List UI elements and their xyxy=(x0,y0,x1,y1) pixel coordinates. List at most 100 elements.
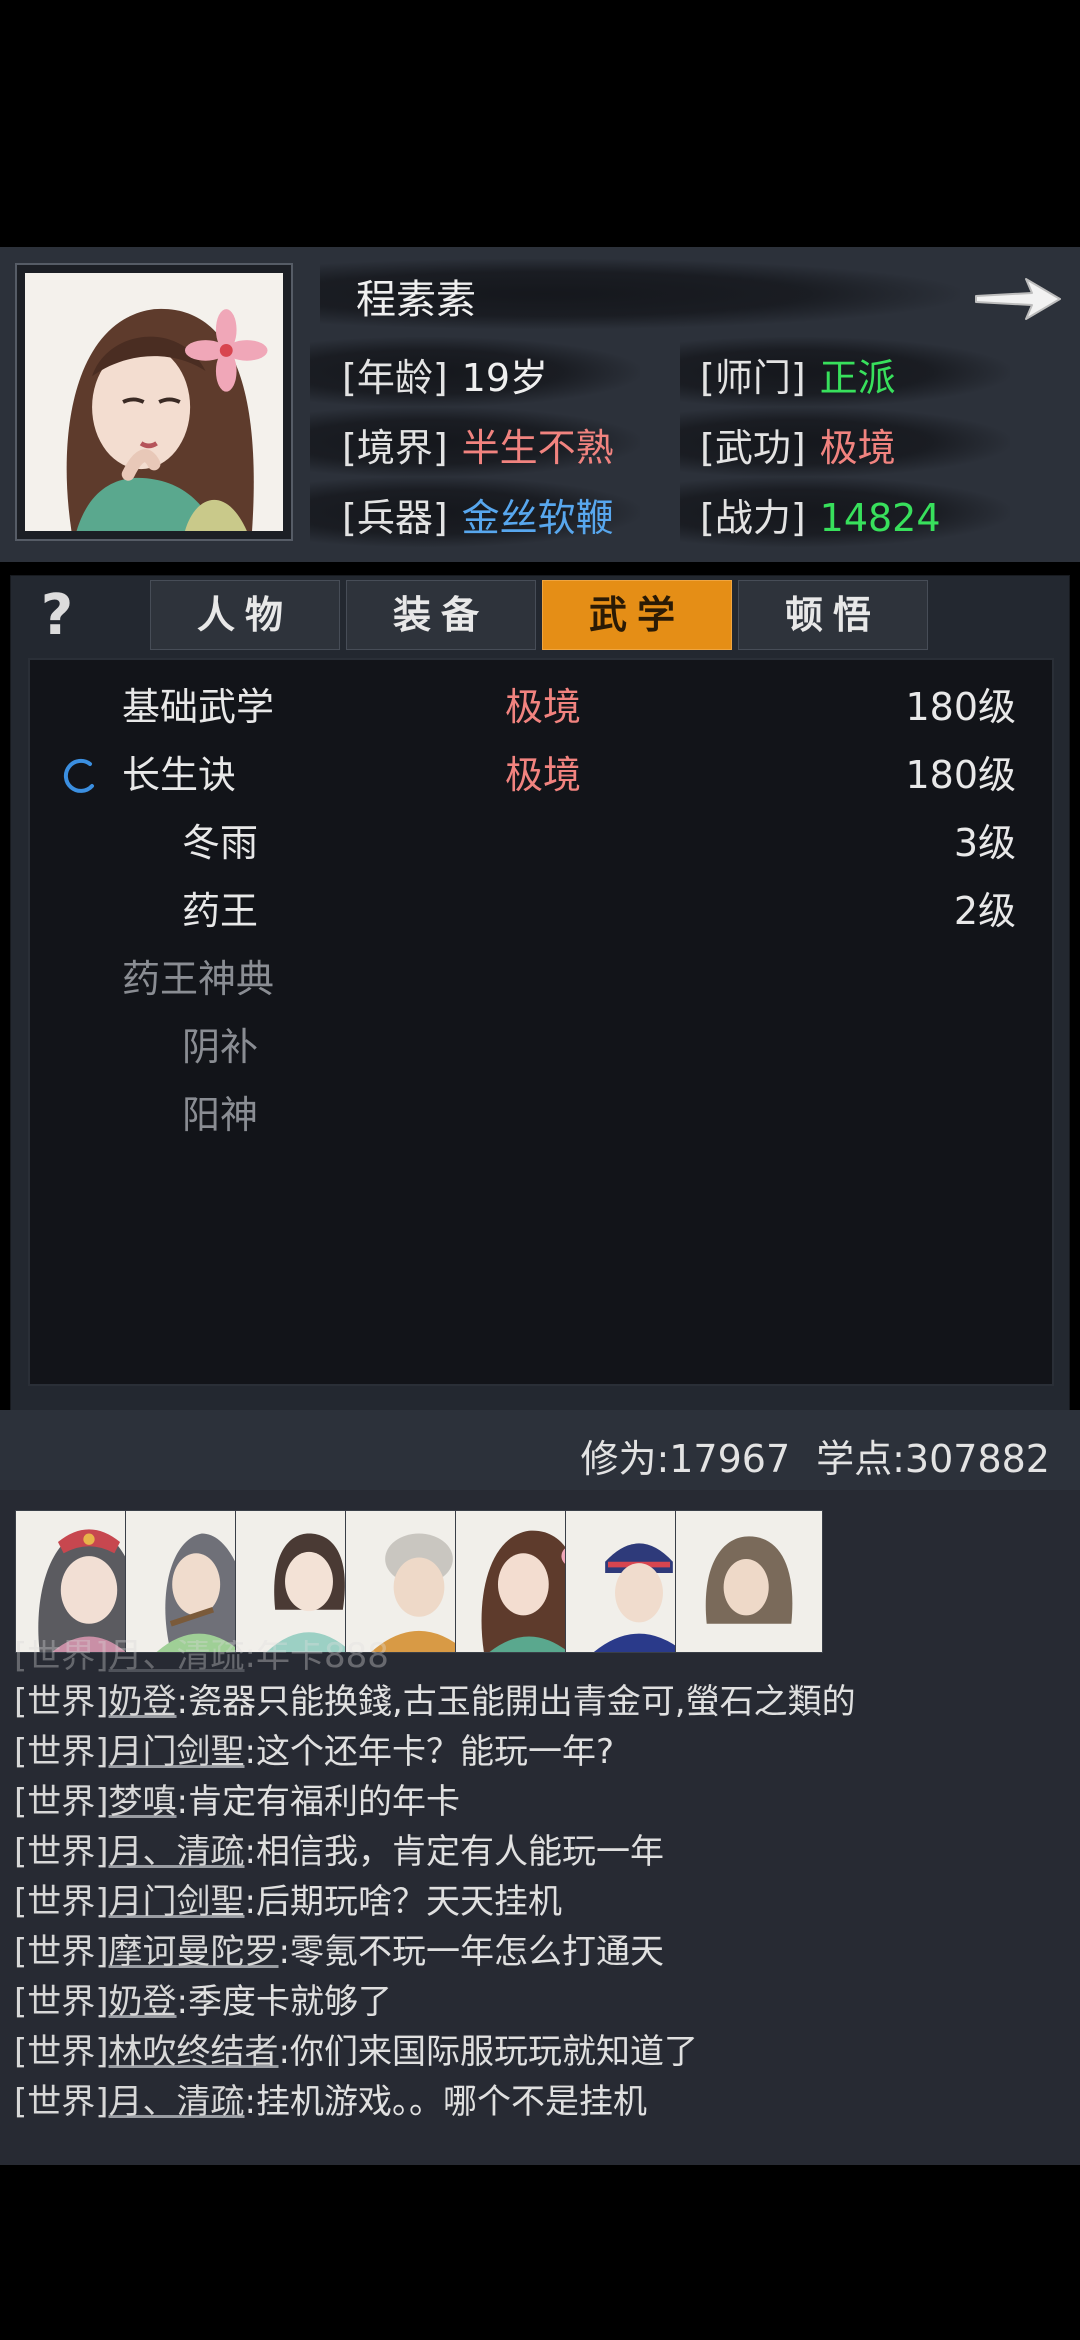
attr-label: [武功] xyxy=(700,426,806,470)
game-screen: 程素素 [年龄] 19岁 [师门] 正派 [境界] 半生不熟 [武功] 极境 [兵器] 金… xyxy=(0,0,1080,2340)
chat-message[interactable]: [世界]梦嗔:肯定有福利的年卡 xyxy=(14,1774,460,1822)
tab-enlightenment[interactable]: 顿悟 xyxy=(738,580,928,650)
attr-label: [年龄] xyxy=(342,356,448,400)
chat-channel: [世界] xyxy=(14,2082,109,2120)
chat-text: :挂机游戏。。哪个不是挂机 xyxy=(244,2082,647,2120)
attr-label: [战力] xyxy=(700,496,806,540)
chat-text: :零氪不玩一年怎么打通天 xyxy=(278,1932,664,1972)
portrait-image xyxy=(25,273,283,531)
chat-message[interactable]: [世界]月、清疏:年卡888 xyxy=(14,1640,389,1676)
skill-level: 180级 xyxy=(905,685,1016,729)
skill-row[interactable]: 阳神 xyxy=(30,1084,1056,1144)
chat-message[interactable]: [世界]月门剑聖:这个还年卡？能玩一年? xyxy=(14,1724,614,1772)
skill-name: 阴补 xyxy=(182,1025,259,1069)
chat-username[interactable]: 奶登 xyxy=(109,1682,177,1722)
chat-channel: [世界] xyxy=(14,1982,109,2022)
skill-name: 冬雨 xyxy=(182,821,259,865)
chat-message[interactable]: [世界]月、清疏:相信我，肯定有人能玩一年 xyxy=(14,1824,664,1872)
chat-text: :相信我，肯定有人能玩一年 xyxy=(244,1832,664,1872)
attr-sect: [师门] 正派 xyxy=(700,347,896,402)
chat-messages: [世界]月、清疏:年卡888 [世界]奶登:瓷器只能换錢,古玉能開出青金可,螢石… xyxy=(14,1640,1074,2120)
character-portrait[interactable] xyxy=(15,263,293,541)
skill-name: 基础武学 xyxy=(122,685,275,729)
attr-label: [境界] xyxy=(342,426,448,470)
attr-power: [战力] 14824 xyxy=(700,487,941,542)
attr-value: 正派 xyxy=(819,356,896,400)
chat-channel: [世界] xyxy=(14,1682,109,1722)
attr-age: [年龄] 19岁 xyxy=(342,347,548,402)
skill-realm: 极境 xyxy=(505,753,582,797)
chat-channel: [世界] xyxy=(14,1882,109,1922)
tab-equipment[interactable]: 装备 xyxy=(346,580,536,650)
chat-text: :肯定有福利的年卡 xyxy=(176,1782,460,1822)
next-character-button[interactable] xyxy=(970,269,1066,329)
arrow-right-icon xyxy=(975,278,1061,320)
skill-row[interactable]: 药王神典 xyxy=(30,948,1056,1008)
skill-row[interactable]: 基础武学 极境 180级 xyxy=(30,676,1056,736)
npc-avatar-7[interactable] xyxy=(675,1510,823,1653)
chat-message[interactable]: [世界]月门剑聖:后期玩啥？天天挂机 xyxy=(14,1874,562,1922)
skill-row[interactable]: 冬雨 3级 xyxy=(30,812,1056,872)
loading-spinner-icon xyxy=(63,758,94,793)
chat-username[interactable]: 梦嗔 xyxy=(109,1782,177,1822)
chat-message[interactable]: [世界]奶登:瓷器只能换錢,古玉能開出青金可,螢石之類的 xyxy=(14,1674,856,1722)
chat-channel: [世界] xyxy=(14,1732,109,1772)
chat-channel: [世界] xyxy=(14,1640,109,1676)
attr-value: 半生不熟 xyxy=(461,426,614,470)
skill-realm: 极境 xyxy=(505,685,582,729)
chat-channel: [世界] xyxy=(14,1832,109,1872)
chat-text: :瓷器只能换錢,古玉能開出青金可,螢石之類的 xyxy=(176,1682,856,1722)
character-header: 程素素 [年龄] 19岁 [师门] 正派 [境界] 半生不熟 [武功] 极境 [兵器] 金… xyxy=(0,247,1080,562)
chat-username[interactable]: 奶登 xyxy=(109,1982,177,2022)
attr-realm: [境界] 半生不熟 xyxy=(342,417,614,472)
attr-value: 19岁 xyxy=(461,356,549,400)
chat-text: :这个还年卡？能玩一年? xyxy=(244,1732,615,1772)
skill-row[interactable]: 长生诀 极境 180级 xyxy=(30,744,1056,804)
tab-martial-arts[interactable]: 武学 xyxy=(542,580,732,650)
attr-value: 金丝软鞭 xyxy=(461,496,614,540)
chat-username[interactable]: 月门剑聖 xyxy=(109,1732,245,1772)
skill-name: 药王 xyxy=(182,889,259,933)
skill-name: 药王神典 xyxy=(122,957,275,1001)
chat-username[interactable]: 月、清疏 xyxy=(109,2082,245,2120)
character-name: 程素素 xyxy=(356,277,476,323)
stats-bar: 修为:17967 学点:307882 xyxy=(0,1410,1080,1490)
chat-text: :后期玩啥？天天挂机 xyxy=(244,1882,562,1922)
chat-username[interactable]: 月、清疏 xyxy=(109,1640,245,1676)
attr-label: [师门] xyxy=(700,356,806,400)
skill-level: 2级 xyxy=(953,889,1016,933)
chat-channel: [世界] xyxy=(14,2032,109,2072)
skill-name: 阳神 xyxy=(182,1093,259,1137)
skill-list: 基础武学 极境 180级 长生诀 极境 180级 冬雨 3级 药王 2级 药王神… xyxy=(28,658,1054,1386)
chat-message[interactable]: [世界]奶登:季度卡就够了 xyxy=(14,1974,392,2022)
chat-text: :季度卡就够了 xyxy=(176,1982,392,2022)
chat-text: :你们来国际服玩玩就知道了 xyxy=(278,2032,698,2072)
attr-weapon: [兵器] 金丝软鞭 xyxy=(342,487,614,542)
chat-message[interactable]: [世界]林吹终结者:你们来国际服玩玩就知道了 xyxy=(14,2024,698,2072)
chat-channel: [世界] xyxy=(14,1782,109,1822)
help-button[interactable]: ? xyxy=(30,586,84,646)
chat-username[interactable]: 林吹终结者 xyxy=(109,2032,279,2072)
avatar-image xyxy=(678,1511,820,1652)
chat-channel: [世界] xyxy=(14,1932,109,1972)
cultivation-value: 修为:17967 xyxy=(580,1437,791,1481)
avatar-strip xyxy=(15,1510,1080,1655)
attr-label: [兵器] xyxy=(342,496,448,540)
chat-message[interactable]: [世界]摩诃曼陀罗:零氪不玩一年怎么打通天 xyxy=(14,1924,664,1972)
chat-username[interactable]: 摩诃曼陀罗 xyxy=(109,1932,279,1972)
bottom-bar xyxy=(0,2165,1080,2340)
attr-value: 极境 xyxy=(819,426,896,470)
chat-message[interactable]: [世界]月、清疏:挂机游戏。。哪个不是挂机 xyxy=(14,2074,647,2120)
skill-row[interactable]: 药王 2级 xyxy=(30,880,1056,940)
learning-points-value: 学点:307882 xyxy=(816,1437,1050,1481)
chat-username[interactable]: 月、清疏 xyxy=(109,1832,245,1872)
skill-level: 3级 xyxy=(953,821,1016,865)
skill-row[interactable]: 阴补 xyxy=(30,1016,1056,1076)
chat-text: :年卡888 xyxy=(244,1640,389,1676)
attr-martial: [武功] 极境 xyxy=(700,417,896,472)
stats-text: 修为:17967 学点:307882 xyxy=(580,1428,1050,1483)
chat-username[interactable]: 月门剑聖 xyxy=(109,1882,245,1922)
tab-character[interactable]: 人物 xyxy=(150,580,340,650)
skill-level: 180级 xyxy=(905,753,1016,797)
attr-value: 14824 xyxy=(819,496,941,540)
